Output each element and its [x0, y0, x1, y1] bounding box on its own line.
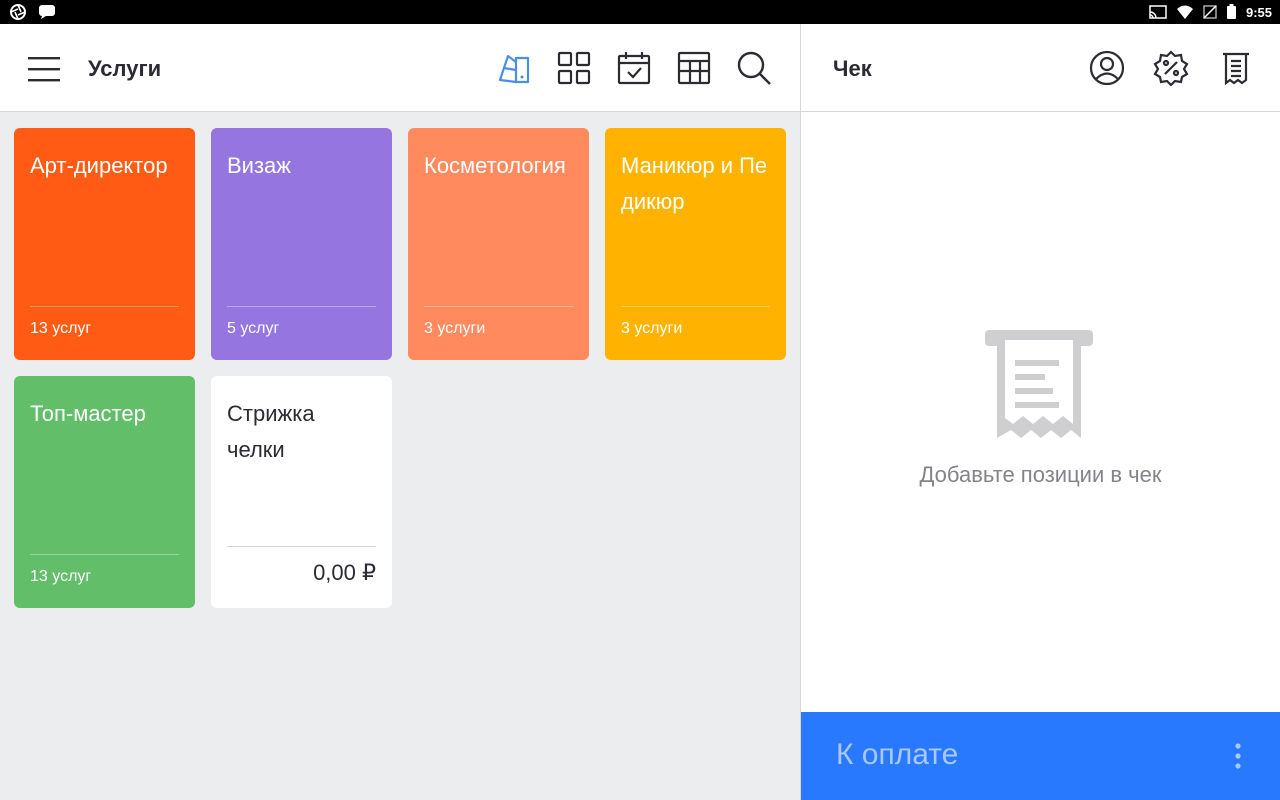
tile-count: 13 услуг — [30, 568, 92, 585]
page-title: Услуги — [88, 56, 162, 81]
no-sim-icon — [1203, 4, 1217, 22]
user-circle-icon[interactable] — [1089, 50, 1125, 86]
empty-receipt-icon — [985, 330, 1095, 444]
more-vert-icon[interactable] — [1226, 742, 1250, 772]
category-tile-makeup[interactable]: Визаж 5 услуг — [211, 128, 392, 360]
tile-divider — [227, 546, 376, 547]
receipt-title: Чек — [833, 56, 872, 81]
tile-name: Косметология — [424, 153, 566, 178]
pay-button[interactable]: К оплате — [801, 712, 1280, 800]
hamburger-menu-icon[interactable] — [26, 54, 62, 84]
aperture-icon — [10, 4, 26, 23]
tile-count: 5 услуг — [227, 320, 280, 337]
service-tile-bangs-cut[interactable]: Стрижка челки 0,00 ₽ — [211, 376, 392, 608]
category-tile-art-director[interactable]: Арт-директор 13 услуг — [14, 128, 195, 360]
tile-count: 3 услуги — [424, 320, 486, 337]
receipt-list-icon[interactable] — [1218, 50, 1254, 86]
color-palette-icon[interactable] — [496, 50, 532, 86]
search-icon[interactable] — [736, 50, 772, 86]
tile-divider — [227, 306, 376, 307]
tile-name: Стрижка челки — [227, 401, 315, 462]
tile-divider — [30, 306, 179, 307]
calendar-check-icon[interactable] — [616, 50, 652, 86]
cast-icon — [1149, 4, 1167, 22]
tile-divider — [621, 306, 770, 307]
tile-count: 13 услуг — [30, 320, 92, 337]
pay-button-label: К оплате — [836, 738, 959, 771]
status-bar: 9:55 — [0, 0, 1280, 24]
services-header: Услуги — [0, 24, 800, 112]
chat-bubble-icon — [38, 4, 56, 23]
tile-count: 3 услуги — [621, 320, 683, 337]
grid-view-icon[interactable] — [556, 50, 592, 86]
clock-time: 9:55 — [1245, 5, 1272, 20]
empty-receipt-message: Добавьте позиции в чек — [919, 462, 1162, 487]
services-grid: Арт-директор 13 услуг Визаж 5 услуг Косм… — [0, 112, 800, 800]
receipt-header: Чек — [801, 24, 1280, 112]
tile-price: 0,00 ₽ — [313, 560, 376, 585]
tile-name: Топ-мастер — [30, 401, 146, 426]
tile-divider — [30, 554, 179, 555]
tile-name: Маникюр и Педикюр — [621, 153, 768, 214]
receipt-panel: Чек Добавьте позиции в чек К оплате — [801, 24, 1280, 800]
tile-divider — [424, 306, 573, 307]
table-view-icon[interactable] — [676, 50, 712, 86]
discount-badge-icon[interactable] — [1153, 50, 1189, 87]
category-tile-top-master[interactable]: Топ-мастер 13 услуг — [14, 376, 195, 608]
tile-name: Арт-директор — [30, 153, 168, 178]
battery-icon — [1226, 4, 1236, 22]
category-tile-manicure[interactable]: Маникюр и Педикюр 3 услуги — [605, 128, 786, 360]
tile-name: Визаж — [227, 153, 292, 178]
category-tile-cosmetology[interactable]: Косметология 3 услуги — [408, 128, 589, 360]
wifi-icon — [1176, 5, 1193, 22]
